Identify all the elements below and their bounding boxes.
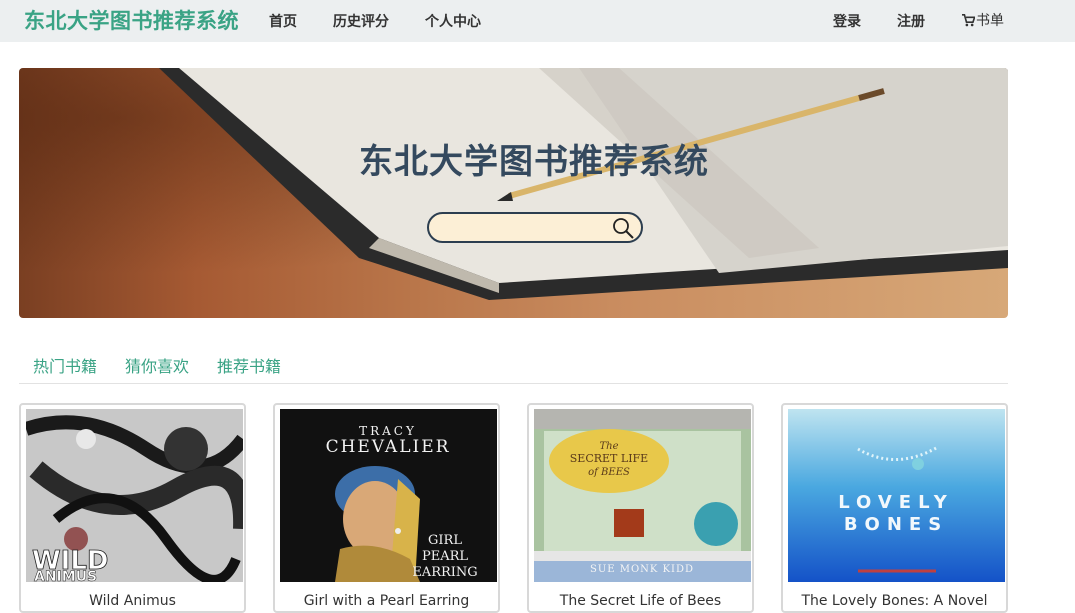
nav-personal-center[interactable]: 个人中心 <box>425 11 481 31</box>
cart-icon <box>962 14 976 27</box>
top-navbar: 东北大学图书推荐系统 首页 历史评分 个人中心 登录 注册 书单 <box>0 0 1075 42</box>
cover-text: LOVELY <box>838 492 954 513</box>
book-tabs: 热门书籍 猜你喜欢 推荐书籍 <box>19 352 1008 384</box>
book-card[interactable]: WILD ANIMUS Wild Animus <box>19 403 246 613</box>
book-cover[interactable]: LOVELY BONES <box>788 409 1005 582</box>
booklist-link[interactable]: 书单 <box>962 10 1004 30</box>
cover-text: ANIMUS <box>34 569 97 582</box>
book-cover[interactable]: TRACY CHEVALIER GIRL PEARL EARRING <box>280 409 497 582</box>
notebook-pencil-image <box>159 68 1008 300</box>
cover-text: BONES <box>844 514 948 535</box>
nav-home[interactable]: 首页 <box>269 11 297 31</box>
book-title[interactable]: The Lovely Bones: A Novel <box>783 593 1006 609</box>
book-cover[interactable]: WILD ANIMUS <box>26 409 243 582</box>
book-card[interactable]: LOVELY BONES The Lovely Bones: A Novel <box>781 403 1008 613</box>
booklist-label: 书单 <box>976 13 1004 29</box>
tab-recommended-books[interactable]: 推荐书籍 <box>217 353 281 377</box>
hero-banner: 东北大学图书推荐系统 <box>19 68 1008 318</box>
book-title[interactable]: The Secret Life of Bees <box>529 593 752 609</box>
register-link[interactable]: 注册 <box>897 11 925 31</box>
search-input[interactable] <box>439 218 609 238</box>
cover-text: PEARL <box>422 549 468 564</box>
cover-text: SECRET LIFE <box>570 452 648 465</box>
book-card[interactable]: The SECRET LIFE of BEES SUE MONK KIDD Th… <box>527 403 754 613</box>
cover-text: CHEVALIER <box>326 437 451 457</box>
tab-popular-books[interactable]: 热门书籍 <box>33 353 97 377</box>
cover-text: The <box>599 441 618 452</box>
brand-logo[interactable]: 东北大学图书推荐系统 <box>24 5 239 35</box>
hero-title: 东北大学图书推荐系统 <box>359 142 709 182</box>
book-cover[interactable]: The SECRET LIFE of BEES SUE MONK KIDD <box>534 409 751 582</box>
book-title[interactable]: Girl with a Pearl Earring <box>275 593 498 609</box>
tab-guess-you-like[interactable]: 猜你喜欢 <box>125 353 189 377</box>
cover-text: TRACY <box>359 424 417 438</box>
nav-history-ratings[interactable]: 历史评分 <box>333 11 389 31</box>
book-card[interactable]: TRACY CHEVALIER GIRL PEARL EARRING Girl … <box>273 403 500 613</box>
search-icon[interactable] <box>611 216 635 240</box>
book-title[interactable]: Wild Animus <box>21 593 244 609</box>
cover-text: GIRL <box>428 533 462 548</box>
cover-text: EARRING <box>412 565 477 580</box>
cover-text: of BEES <box>588 467 630 478</box>
search-box <box>427 212 643 243</box>
login-link[interactable]: 登录 <box>833 11 861 31</box>
cover-text: SUE MONK KIDD <box>590 564 694 575</box>
